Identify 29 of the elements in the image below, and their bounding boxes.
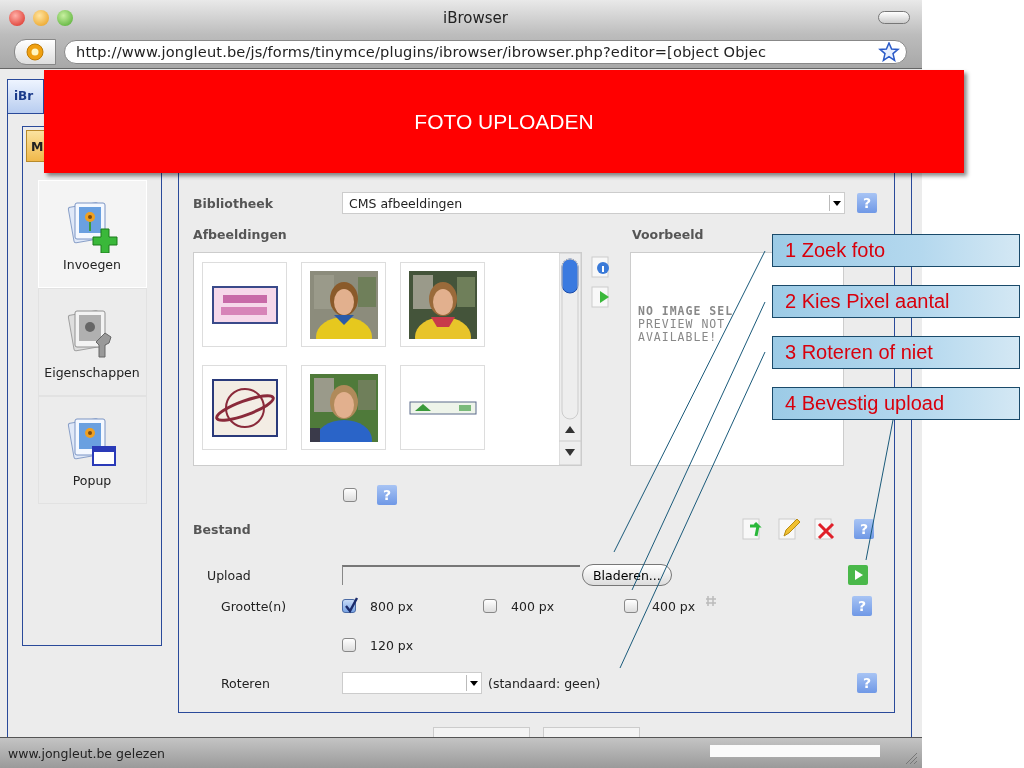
window-title: iBrowser [442,8,509,27]
library-dropdown[interactable]: CMS afbeeldingen [342,192,845,214]
field-label: Grootte(n) [220,598,287,614]
checkbox-label: 400 px [511,598,555,614]
preview-text: PREVIEW NOT [638,318,727,331]
callout-label: 3 Roteren of niet [772,336,1020,369]
sidebar-item[interactable]: Eigenschappen [37,288,147,396]
checkbox-label: 400 px [652,598,696,614]
sidebar-item[interactable]: Invoegen [37,180,147,288]
checkbox-label: 800 px [370,598,414,614]
preview-text: NO IMAGE SEL [638,305,735,318]
section-label: Voorbeeld [632,226,704,242]
hint-text: (standaard: geen) [488,675,602,691]
sidebar-item[interactable]: Popup [37,396,147,504]
tab[interactable]: iBr [7,79,44,113]
title-banner: FOTO UPLOADEN [44,70,964,173]
callout-label: 4 Bevestig upload [772,387,1020,420]
status-text: www.jongleut.be gelezen [8,745,165,761]
section-label: Bestand [193,521,252,537]
checkbox-label: 120 px [370,637,414,653]
field-label: Upload [206,567,252,583]
browse-button[interactable]: Bladeren... [582,564,672,586]
callout-label: 2 Kies Pixel aantal [772,285,1020,318]
preview-text: AVAILABLE! [638,331,719,344]
section-label: Afbeeldingen [193,226,288,242]
field-label: Roteren [220,675,271,691]
address-field[interactable]: http://www.jongleut.be/js/forms/tinymce/plugins/ibrowser/ibrowser.php?editor=[object Objec [64,39,907,64]
field-label: Bibliotheek [193,195,275,211]
callout-label: 1 Zoek foto [772,234,1020,267]
